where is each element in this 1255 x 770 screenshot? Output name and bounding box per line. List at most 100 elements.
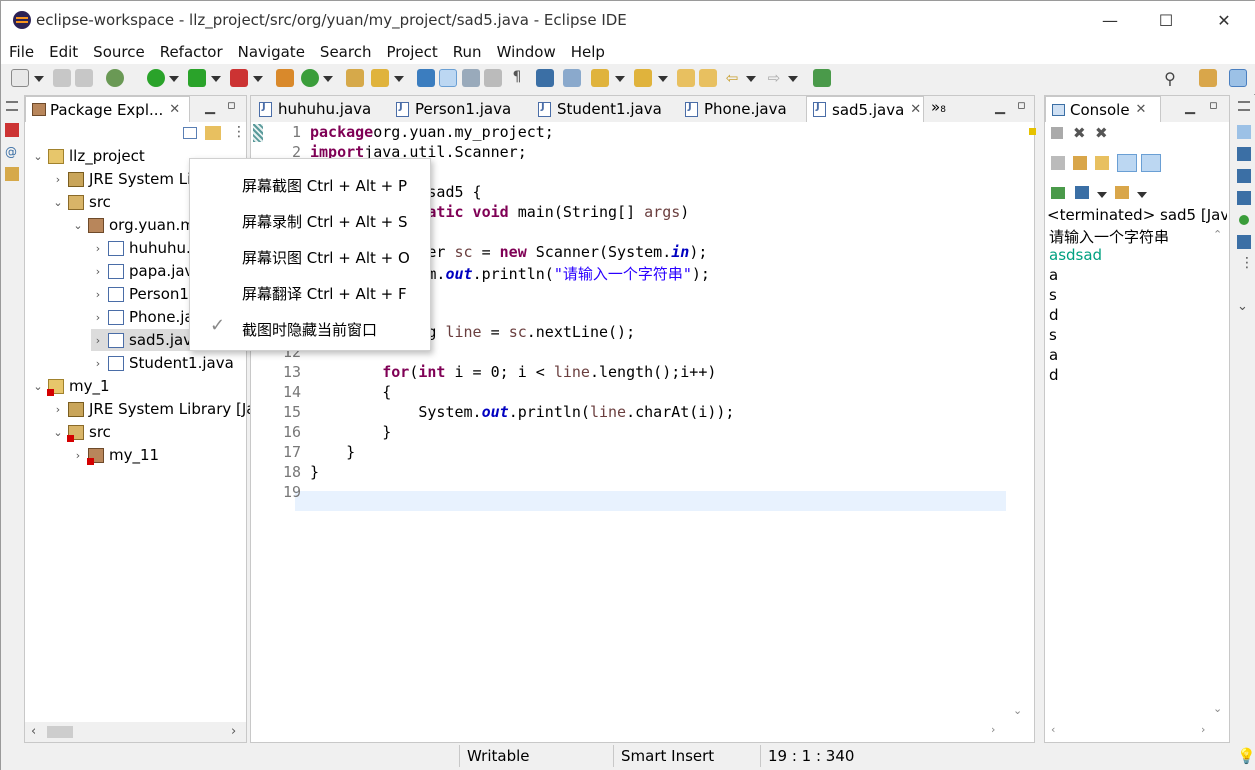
tab-huhuhu[interactable]: huhuhu.java xyxy=(257,96,371,122)
link-with-editor-icon[interactable] xyxy=(205,126,221,140)
expand-right-icon[interactable]: › xyxy=(91,288,105,301)
expand-right-icon[interactable]: › xyxy=(51,173,65,186)
coverage-dropdown-icon[interactable] xyxy=(211,76,221,82)
annotation-icon[interactable] xyxy=(417,69,435,87)
expand-right-icon[interactable]: › xyxy=(91,334,105,347)
tree-item[interactable]: › sad5.java xyxy=(91,329,202,351)
remove-all-icon[interactable]: ✖ xyxy=(1095,124,1108,142)
menu-item-hide-window[interactable]: 截图时隐藏当前窗口 xyxy=(242,319,377,340)
expand-down-icon[interactable]: ⌄ xyxy=(31,380,45,393)
tab-phone[interactable]: Phone.java xyxy=(683,96,787,122)
menu-search[interactable]: Search xyxy=(320,43,372,61)
tree-item[interactable]: ⌄ my_1 xyxy=(31,375,110,397)
tree-item[interactable]: › papa.java xyxy=(91,260,203,282)
scroll-lock-icon[interactable] xyxy=(1073,156,1087,170)
sort-icon[interactable] xyxy=(1237,147,1251,161)
expand-down-icon[interactable]: ⌄ xyxy=(51,426,65,439)
expand-right-icon[interactable]: › xyxy=(91,311,105,324)
new-class-icon[interactable] xyxy=(301,69,319,87)
display-console-icon[interactable] xyxy=(1075,186,1089,199)
mark-occurrences-icon[interactable] xyxy=(439,69,457,87)
show-stderr-icon[interactable] xyxy=(1141,154,1161,172)
scroll-right-icon[interactable]: › xyxy=(991,723,995,736)
menu-file[interactable]: File xyxy=(9,43,34,61)
new-icon[interactable] xyxy=(11,69,29,87)
maximize-button[interactable]: ☐ xyxy=(1137,1,1195,39)
menu-item-screenshot[interactable]: 屏幕截图 Ctrl + Alt + P xyxy=(242,175,407,196)
save-all-icon[interactable] xyxy=(75,69,93,87)
expand-right-icon[interactable]: › xyxy=(51,403,65,416)
expand-right-icon[interactable]: › xyxy=(91,265,105,278)
word-wrap-console-icon[interactable] xyxy=(1095,156,1109,170)
menu-item-screen-ocr[interactable]: 屏幕识图 Ctrl + Alt + O xyxy=(242,247,410,268)
tree-item[interactable]: ⌄ src xyxy=(51,191,111,213)
console-scroll-up-icon[interactable]: ⌃ xyxy=(1213,228,1222,241)
search-icon[interactable]: ⚲ xyxy=(1161,69,1179,88)
forward-edit-icon[interactable] xyxy=(699,69,717,87)
expand-down-icon[interactable]: ⌄ xyxy=(51,196,65,209)
back-icon[interactable]: ⇦ xyxy=(723,69,741,87)
menu-refactor[interactable]: Refactor xyxy=(160,43,223,61)
console-scroll-left-icon[interactable]: ‹ xyxy=(1051,723,1055,736)
expand-down-icon[interactable]: ⌄ xyxy=(71,219,85,232)
code-line[interactable]: 13 for(int i = 0; i < line.length();i++) xyxy=(265,363,1025,383)
block-selection-icon[interactable] xyxy=(484,69,502,87)
expand-right-icon[interactable]: › xyxy=(91,242,105,255)
previous-annotation-dropdown-icon[interactable] xyxy=(658,76,668,82)
console-output[interactable]: 请输入一个字符串 asdsad a s d s a d xyxy=(1045,226,1213,716)
last-edit-icon[interactable] xyxy=(677,69,695,87)
next-annotation-dropdown-icon[interactable] xyxy=(615,76,625,82)
code-line[interactable]: 17 } xyxy=(265,443,1025,463)
open-console-icon[interactable] xyxy=(1115,186,1129,199)
debug-icon[interactable] xyxy=(106,69,124,87)
maximize-view-icon[interactable]: ▫ xyxy=(227,98,236,113)
close-button[interactable]: ✕ xyxy=(1195,1,1253,39)
external-tools-dropdown-icon[interactable] xyxy=(253,76,263,82)
tab-overflow-icon[interactable]: »8 xyxy=(931,98,946,116)
maximize-editor-icon[interactable]: ▫ xyxy=(1017,98,1026,113)
menu-navigate[interactable]: Navigate xyxy=(238,43,305,61)
open-console-dropdown-icon[interactable] xyxy=(1137,192,1147,198)
minimize-button[interactable]: — xyxy=(1081,1,1139,39)
word-wrap-icon[interactable] xyxy=(462,69,480,87)
menu-item-screen-record[interactable]: 屏幕录制 Ctrl + Alt + S xyxy=(242,211,408,232)
search-dropdown-icon[interactable] xyxy=(394,76,404,82)
outline-icon[interactable] xyxy=(1237,125,1251,139)
code-line[interactable]: 14 { xyxy=(265,383,1025,403)
code-line[interactable]: 18} xyxy=(265,463,1025,483)
terminate-icon[interactable] xyxy=(1051,127,1063,139)
console-scroll-down-icon[interactable]: ⌄ xyxy=(1213,702,1222,715)
scroll-down-icon[interactable]: ⌄ xyxy=(1013,704,1022,717)
code-line[interactable]: 19 xyxy=(265,483,1025,503)
minimize-view-icon[interactable]: ▁ xyxy=(205,100,215,115)
show-whitespace-icon[interactable]: ¶ xyxy=(508,69,526,87)
console-scroll-right-icon[interactable]: › xyxy=(1201,723,1205,736)
collapse-all-icon[interactable] xyxy=(183,127,197,139)
close-tab-icon[interactable]: ✕ xyxy=(910,102,921,117)
expand-right-icon[interactable]: › xyxy=(91,357,105,370)
scroll-left-icon[interactable]: ‹ xyxy=(31,724,36,739)
java-perspective-icon[interactable] xyxy=(1229,69,1247,87)
restore-right-icon[interactable] xyxy=(1238,101,1250,111)
hide-local-types-icon[interactable] xyxy=(1237,235,1251,249)
expand-right-icon[interactable]: › xyxy=(71,449,85,462)
open-perspective-icon[interactable] xyxy=(1199,69,1217,87)
tip-of-the-day-icon[interactable]: 💡 xyxy=(1237,747,1255,765)
tab-person1[interactable]: Person1.java xyxy=(394,96,511,122)
problems-icon[interactable] xyxy=(5,123,19,137)
explorer-horizontal-scrollbar[interactable]: ‹ › xyxy=(25,722,246,742)
menu-project[interactable]: Project xyxy=(386,43,437,61)
hide-nonpublic-icon[interactable] xyxy=(1239,215,1249,225)
pin-console-icon[interactable] xyxy=(1051,187,1065,199)
coverage-icon[interactable] xyxy=(188,69,206,87)
close-console-icon[interactable]: ✕ xyxy=(1136,102,1147,117)
scroll-thumb[interactable] xyxy=(47,726,73,738)
back-dropdown-icon[interactable] xyxy=(746,76,756,82)
minimize-editor-icon[interactable]: ▁ xyxy=(995,100,1005,115)
menu-item-screen-translate[interactable]: 屏幕翻译 Ctrl + Alt + F xyxy=(242,283,407,304)
search-tool-icon[interactable] xyxy=(371,69,389,87)
menu-source[interactable]: Source xyxy=(93,43,145,61)
new-class-dropdown-icon[interactable] xyxy=(323,76,333,82)
maximize-console-icon[interactable]: ▫ xyxy=(1209,98,1218,113)
previous-annotation-icon[interactable] xyxy=(634,69,652,87)
